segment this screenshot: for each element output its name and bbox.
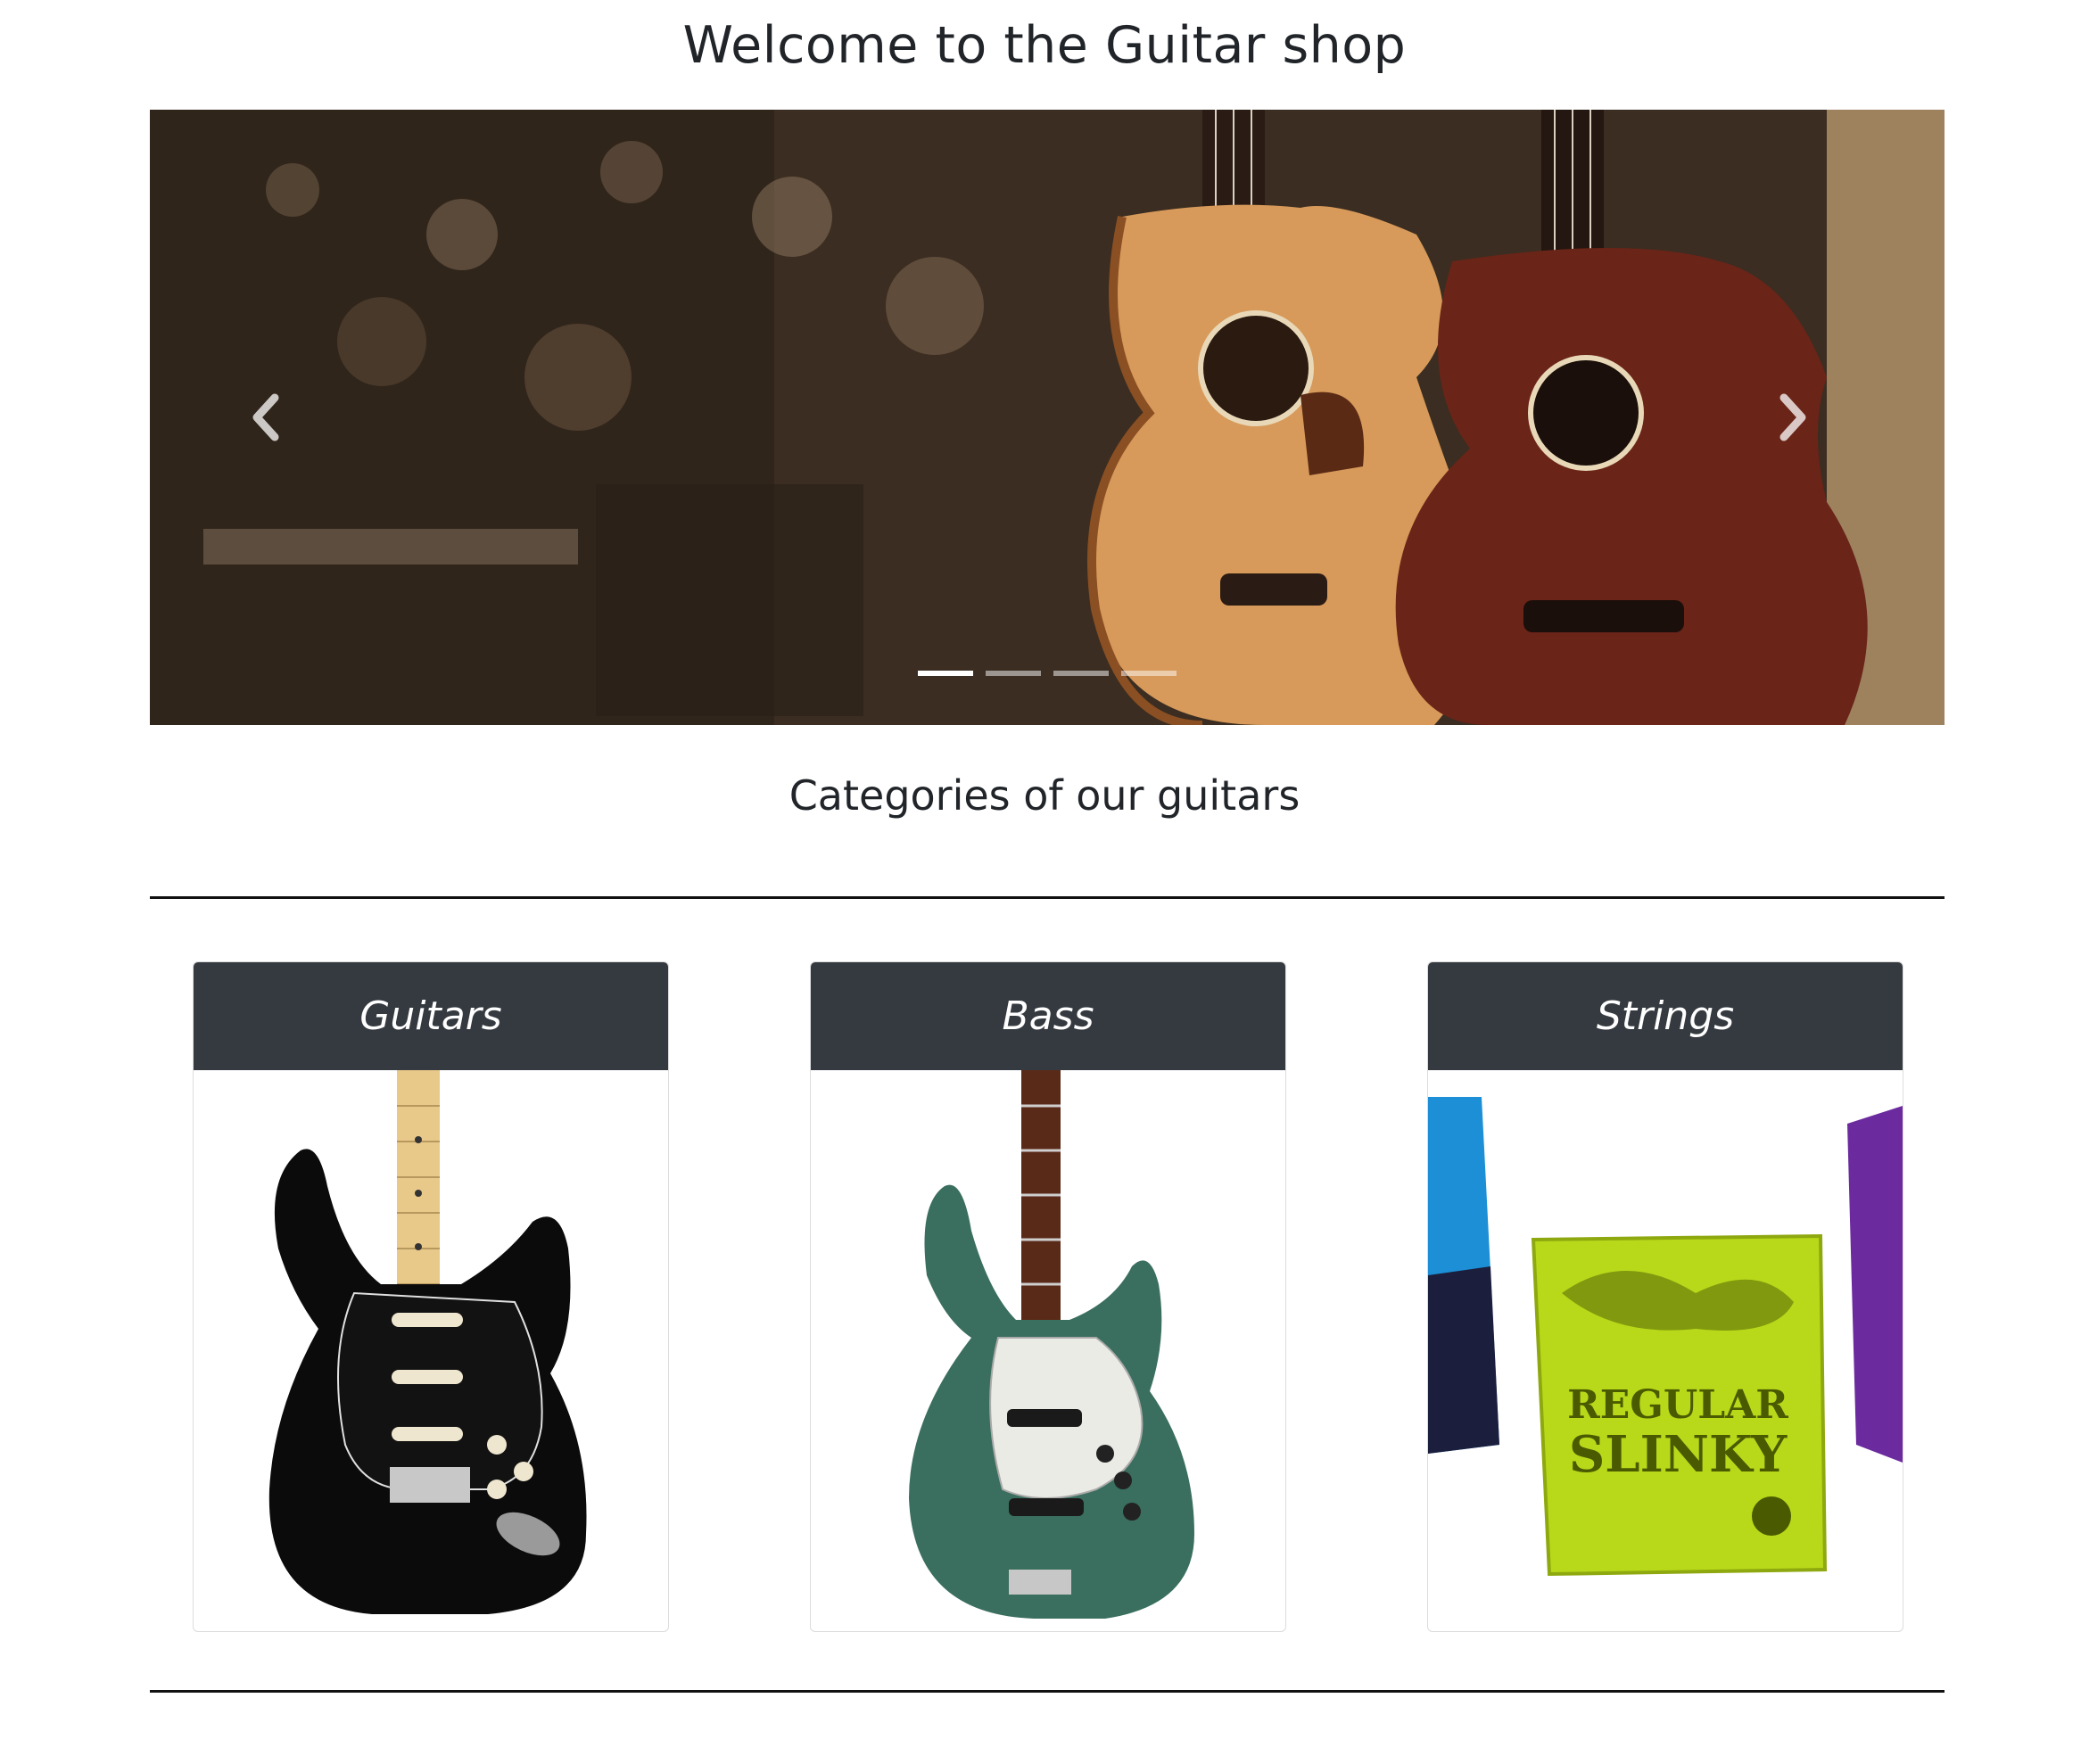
card-image-bass xyxy=(811,1070,1285,1631)
strings-brand-line: REGULAR xyxy=(1567,1382,1788,1428)
carousel-prev-button[interactable] xyxy=(248,391,319,471)
chevron-right-icon xyxy=(1779,393,1806,441)
hero-carousel[interactable] xyxy=(150,110,1945,725)
carousel-indicator-2[interactable] xyxy=(986,671,1041,676)
carousel-slide-image xyxy=(150,110,1945,725)
card-image-strings: REGULAR SLINKY xyxy=(1428,1070,1903,1631)
carousel-indicator-4[interactable] xyxy=(1121,671,1177,676)
divider-top xyxy=(150,896,1945,899)
category-card-strings[interactable]: Strings REGULAR SLINKY xyxy=(1427,961,1903,1632)
categories-heading: Categories of our guitars xyxy=(789,771,1300,820)
category-card-guitars[interactable]: Guitars xyxy=(193,961,669,1632)
bass-guitar-image xyxy=(909,1070,1194,1619)
card-header-bass: Bass xyxy=(811,962,1285,1070)
page-title: Welcome to the Guitar shop xyxy=(682,16,1407,75)
carousel-indicator-1[interactable] xyxy=(918,671,973,676)
carousel-next-button[interactable] xyxy=(1775,391,1846,471)
electric-guitar-image xyxy=(268,1070,587,1614)
card-image-guitars xyxy=(194,1070,668,1631)
chevron-left-icon xyxy=(252,393,279,441)
page-root: Welcome to the Guitar shop Categories of… xyxy=(0,0,2089,1764)
divider-bottom xyxy=(150,1690,1945,1693)
category-card-bass[interactable]: Bass xyxy=(810,961,1286,1632)
strings-pack-image: REGULAR SLINKY xyxy=(1428,1097,1903,1577)
card-header-guitars: Guitars xyxy=(194,962,668,1070)
strings-product-line: SLINKY xyxy=(1569,1425,1788,1484)
carousel-indicator-3[interactable] xyxy=(1053,671,1109,676)
carousel-indicators xyxy=(150,671,1945,676)
card-header-strings: Strings xyxy=(1428,962,1903,1070)
